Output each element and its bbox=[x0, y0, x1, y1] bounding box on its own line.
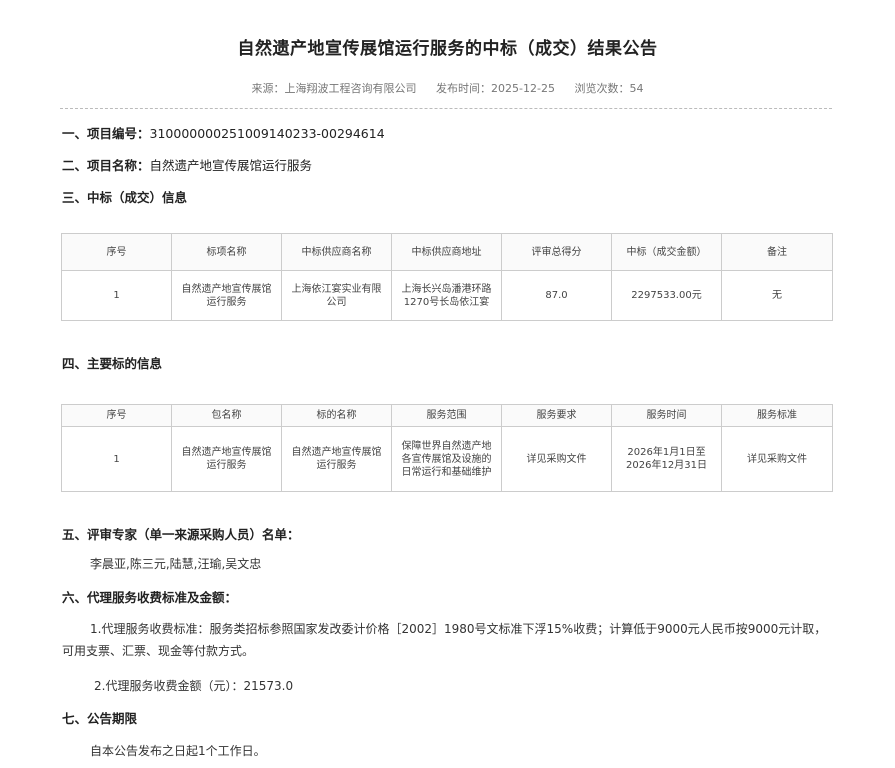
table-cell: 1 bbox=[61, 270, 172, 321]
table-cell: 详见采购文件 bbox=[501, 426, 612, 492]
table-header-cell: 标项名称 bbox=[171, 233, 282, 271]
table-header-cell: 中标（成交金额） bbox=[611, 233, 722, 271]
table-cell: 87.0 bbox=[501, 270, 612, 321]
table-header-cell: 评审总得分 bbox=[501, 233, 612, 271]
table-cell: 详见采购文件 bbox=[721, 426, 833, 492]
fee-standard: 1.代理服务收费标准：服务类招标参照国家发改委计价格［2002］1980号文标准… bbox=[62, 622, 827, 658]
fee-amount: 2.代理服务收费金额（元）：21573.0 bbox=[94, 679, 294, 693]
meta-views: 浏览次数：54 bbox=[574, 82, 644, 95]
table-header-cell: 中标供应商地址 bbox=[391, 233, 502, 271]
section-notice-period-heading: 七、公告期限 bbox=[62, 711, 138, 726]
section-project-name: 二、项目名称：自然遗产地宣传展馆运行服务 bbox=[62, 155, 312, 174]
page-title: 自然遗产地宣传展馆运行服务的中标（成交）结果公告 bbox=[237, 39, 658, 59]
table-header-cell: 标的名称 bbox=[281, 404, 392, 427]
table-row: 1 自然遗产地宣传展馆运行服务 上海依江宴实业有限公司 上海长兴岛潘港环路127… bbox=[61, 270, 833, 321]
meta-info: 来源：上海翔波工程咨询有限公司 发布时间：2025-12-25 浏览次数：54 bbox=[0, 80, 895, 96]
table-cell: 无 bbox=[721, 270, 833, 321]
table-cell: 自然遗产地宣传展馆运行服务 bbox=[171, 426, 282, 492]
main-subject-table: 序号 包名称 标的名称 服务范围 服务要求 服务时间 服务标准 1 自然遗产地宣… bbox=[61, 404, 833, 492]
project-number-label: 一、项目编号： bbox=[62, 126, 150, 141]
table-header-cell: 服务范围 bbox=[391, 404, 502, 427]
table-header-row: 序号 标项名称 中标供应商名称 中标供应商地址 评审总得分 中标（成交金额） 备… bbox=[61, 233, 833, 271]
table-header-cell: 服务要求 bbox=[501, 404, 612, 427]
table-header-cell: 包名称 bbox=[171, 404, 282, 427]
announcement-page: 自然遗产地宣传展馆运行服务的中标（成交）结果公告 来源：上海翔波工程咨询有限公司… bbox=[0, 0, 895, 768]
table-header-cell: 中标供应商名称 bbox=[281, 233, 392, 271]
table-cell: 自然遗产地宣传展馆运行服务 bbox=[171, 270, 282, 321]
award-info-table: 序号 标项名称 中标供应商名称 中标供应商地址 评审总得分 中标（成交金额） 备… bbox=[61, 233, 833, 321]
table-cell: 自然遗产地宣传展馆运行服务 bbox=[281, 426, 392, 492]
meta-source: 来源：上海翔波工程咨询有限公司 bbox=[251, 82, 417, 95]
table-header-row: 序号 包名称 标的名称 服务范围 服务要求 服务时间 服务标准 bbox=[61, 404, 833, 427]
table-cell: 上海长兴岛潘港环路1270号长岛依江宴 bbox=[391, 270, 502, 321]
project-number-value: 310000000251009140233-00294614 bbox=[149, 126, 385, 141]
project-name-value: 自然遗产地宣传展馆运行服务 bbox=[149, 158, 313, 173]
section-experts-heading: 五、评审专家（单一来源采购人员）名单： bbox=[62, 527, 300, 542]
table-header-cell: 序号 bbox=[61, 404, 172, 427]
title-divider bbox=[60, 108, 832, 109]
table-header-cell: 服务时间 bbox=[611, 404, 722, 427]
table-cell: 2026年1月1日至2026年12月31日 bbox=[611, 426, 722, 492]
table-header-cell: 服务标准 bbox=[721, 404, 833, 427]
table-row: 1 自然遗产地宣传展馆运行服务 自然遗产地宣传展馆运行服务 保障世界自然遗产地各… bbox=[61, 426, 833, 492]
section-project-number: 一、项目编号：310000000251009140233-00294614 bbox=[62, 123, 385, 142]
notice-period-content: 自本公告发布之日起1个工作日。 bbox=[90, 744, 266, 758]
table-cell: 2297533.00元 bbox=[611, 270, 722, 321]
table-cell: 上海依江宴实业有限公司 bbox=[281, 270, 392, 321]
table-header-cell: 备注 bbox=[721, 233, 833, 271]
section-main-subject-heading: 四、主要标的信息 bbox=[62, 356, 163, 371]
section-award-info-heading: 三、中标（成交）信息 bbox=[62, 190, 188, 205]
experts-list: 李晨亚,陈三元,陆慧,汪瑜,吴文忠 bbox=[90, 557, 262, 571]
table-cell: 保障世界自然遗产地各宣传展馆及设施的日常运行和基础维护 bbox=[391, 426, 502, 492]
table-cell: 1 bbox=[61, 426, 172, 492]
meta-publish-time: 发布时间：2025-12-25 bbox=[436, 82, 555, 95]
section-fee-heading: 六、代理服务收费标准及金额： bbox=[62, 590, 238, 605]
table-header-cell: 序号 bbox=[61, 233, 172, 271]
project-name-label: 二、项目名称： bbox=[62, 158, 150, 173]
